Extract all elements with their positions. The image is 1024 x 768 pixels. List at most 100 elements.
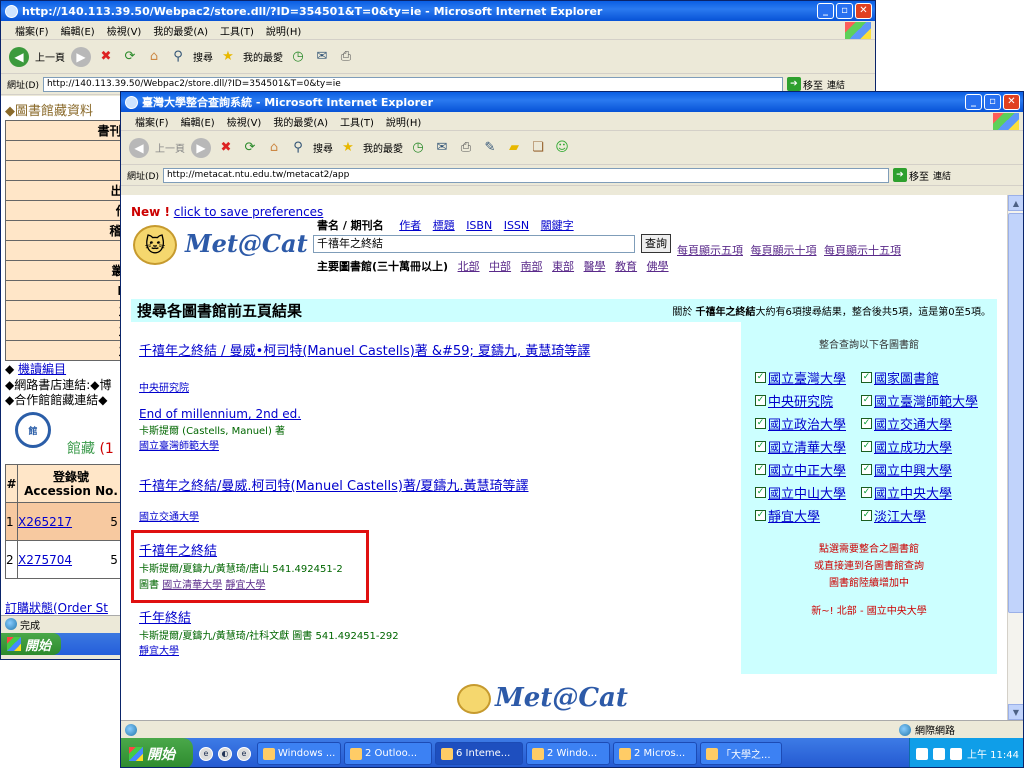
search-option-isbn[interactable]: ISBN: [466, 219, 492, 232]
checkbox-checked-icon[interactable]: ✓: [755, 395, 766, 406]
search-icon[interactable]: ⚲: [169, 48, 187, 66]
library-group-east[interactable]: 東部: [552, 260, 574, 273]
maximize-button[interactable]: ▫: [836, 3, 853, 19]
home-icon[interactable]: ⌂: [265, 139, 283, 157]
library-checkbox[interactable]: ✓ 國立中興大學: [861, 460, 952, 479]
back-title-bar[interactable]: http://140.113.39.50/Webpac2/store.dll/?…: [1, 1, 875, 21]
per-page-5-link[interactable]: 每頁顯示五項: [677, 244, 743, 257]
result-source-link[interactable]: 中央研究院: [139, 383, 189, 394]
print-icon[interactable]: ⎙: [457, 139, 475, 157]
menu-edit[interactable]: 編輯(E): [181, 114, 215, 129]
checkbox-checked-icon[interactable]: ✓: [861, 395, 872, 406]
menu-file[interactable]: 檔案(F): [135, 114, 169, 129]
metacat-logo[interactable]: 🐱 Met@Cat: [133, 221, 308, 267]
checkbox-checked-icon[interactable]: ✓: [861, 464, 872, 475]
library-checkbox[interactable]: ✓ 國立政治大學: [755, 414, 846, 433]
save-preferences-link[interactable]: click to save preferences: [174, 205, 324, 219]
result-source-link[interactable]: 靜宜大學: [139, 646, 179, 657]
links-label[interactable]: 連結: [827, 78, 845, 91]
library-link[interactable]: 國立中興大學: [874, 460, 952, 479]
task-button[interactable]: 2 Micros...: [613, 742, 697, 765]
menu-favorites[interactable]: 我的最愛(A): [273, 114, 328, 129]
scroll-down-icon[interactable]: ▼: [1008, 704, 1023, 720]
scroll-thumb[interactable]: [1008, 213, 1023, 613]
marc-link[interactable]: 機讀編目: [18, 362, 66, 376]
checkbox-checked-icon[interactable]: ✓: [861, 441, 872, 452]
task-button-active[interactable]: 6 Inteme...: [435, 742, 523, 765]
links-label[interactable]: 連結: [933, 169, 951, 182]
front-browser-window[interactable]: 臺灣大學整合查詢系統 - Microsoft Internet Explorer…: [120, 91, 1024, 768]
quick-launch-icon[interactable]: e: [199, 746, 213, 761]
folder-icon[interactable]: ▰: [505, 139, 523, 157]
forward-arrow-icon[interactable]: ▶: [191, 137, 211, 158]
library-link[interactable]: 國立政治大學: [768, 414, 846, 433]
maximize-button[interactable]: ▫: [984, 94, 1001, 110]
favorites-star-icon[interactable]: ★: [219, 48, 237, 66]
mail-icon[interactable]: ✉: [433, 139, 451, 157]
query-button[interactable]: 查詢: [641, 234, 671, 253]
back-button-label[interactable]: 上一頁: [35, 49, 65, 64]
task-button[interactable]: 「大學之...: [700, 742, 782, 765]
start-button[interactable]: 開始: [121, 738, 193, 767]
checkbox-checked-icon[interactable]: ✓: [755, 464, 766, 475]
library-link[interactable]: 國立臺灣師範大學: [874, 391, 978, 410]
result-source-link[interactable]: 國立臺灣師範大學: [139, 441, 219, 452]
library-link[interactable]: 靜宜大學: [768, 506, 820, 525]
library-checkbox[interactable]: ✓ 國立成功大學: [861, 437, 952, 456]
task-button[interactable]: 2 Windo...: [526, 742, 610, 765]
forward-arrow-icon[interactable]: ▶: [71, 46, 91, 67]
quick-launch-icon[interactable]: e: [237, 746, 251, 761]
library-group-medical[interactable]: 醫學: [584, 260, 606, 273]
back-button-label[interactable]: 上一頁: [155, 140, 185, 155]
go-button[interactable]: ➔ 移至: [786, 77, 823, 92]
per-page-10-link[interactable]: 每頁顯示十項: [751, 244, 817, 257]
library-link[interactable]: 國立中山大學: [768, 483, 846, 502]
search-option-author[interactable]: 作者: [399, 219, 421, 232]
clock[interactable]: 上午 11:44: [967, 746, 1019, 761]
checkbox-checked-icon[interactable]: ✓: [755, 510, 766, 521]
close-button[interactable]: ✕: [855, 3, 872, 19]
close-button[interactable]: ✕: [1003, 94, 1020, 110]
library-link[interactable]: 國家圖書館: [874, 368, 939, 387]
library-checkbox[interactable]: ✓ 中央研究院: [755, 391, 833, 410]
menu-tools[interactable]: 工具(T): [220, 23, 254, 38]
mail-icon[interactable]: ✉: [313, 48, 331, 66]
tray-network-icon[interactable]: [950, 747, 962, 760]
checkbox-checked-icon[interactable]: ✓: [755, 372, 766, 383]
checkbox-checked-icon[interactable]: ✓: [861, 510, 872, 521]
menu-file[interactable]: 檔案(F): [15, 23, 49, 38]
tray-help-icon[interactable]: [933, 747, 945, 760]
menu-favorites[interactable]: 我的最愛(A): [153, 23, 208, 38]
go-button[interactable]: ➔ 移至: [892, 168, 929, 183]
front-title-bar[interactable]: 臺灣大學整合查詢系統 - Microsoft Internet Explorer…: [121, 92, 1023, 112]
accession-link[interactable]: X265217: [18, 515, 72, 529]
menu-help[interactable]: 說明(H): [266, 23, 301, 38]
library-checkbox[interactable]: ✓ 靜宜大學: [755, 506, 820, 525]
checkbox-checked-icon[interactable]: ✓: [755, 418, 766, 429]
menu-help[interactable]: 說明(H): [386, 114, 421, 129]
library-link[interactable]: 國立成功大學: [874, 437, 952, 456]
checkbox-checked-icon[interactable]: ✓: [861, 487, 872, 498]
scroll-up-icon[interactable]: ▲: [1008, 195, 1023, 211]
back-arrow-icon[interactable]: ◀: [9, 46, 29, 67]
library-checkbox[interactable]: ✓ 國立交通大學: [861, 414, 952, 433]
library-checkbox[interactable]: ✓ 國家圖書館: [861, 368, 939, 387]
per-page-15-link[interactable]: 每頁顯示十五項: [824, 244, 901, 257]
home-icon[interactable]: ⌂: [145, 48, 163, 66]
messenger-icon[interactable]: ☺: [553, 139, 571, 157]
library-link[interactable]: 國立中央大學: [874, 483, 952, 502]
task-button[interactable]: 2 Outloo...: [344, 742, 432, 765]
library-link[interactable]: 國立中正大學: [768, 460, 846, 479]
back-arrow-icon[interactable]: ◀: [129, 137, 149, 158]
quick-launch-icon[interactable]: ◐: [218, 746, 232, 761]
library-group-education[interactable]: 教育: [615, 260, 637, 273]
result-title-link[interactable]: End of millennium, 2nd ed.: [139, 407, 301, 421]
order-status-link[interactable]: 訂購狀態(Order St: [5, 599, 108, 616]
history-icon[interactable]: ◷: [409, 139, 427, 157]
library-checkbox[interactable]: ✓ 國立中山大學: [755, 483, 846, 502]
search-label[interactable]: 搜尋: [193, 49, 213, 64]
library-group-buddhist[interactable]: 佛學: [647, 260, 669, 273]
menu-tools[interactable]: 工具(T): [340, 114, 374, 129]
search-label[interactable]: 搜尋: [313, 140, 333, 155]
search-input[interactable]: 千禧年之終結: [313, 235, 635, 253]
